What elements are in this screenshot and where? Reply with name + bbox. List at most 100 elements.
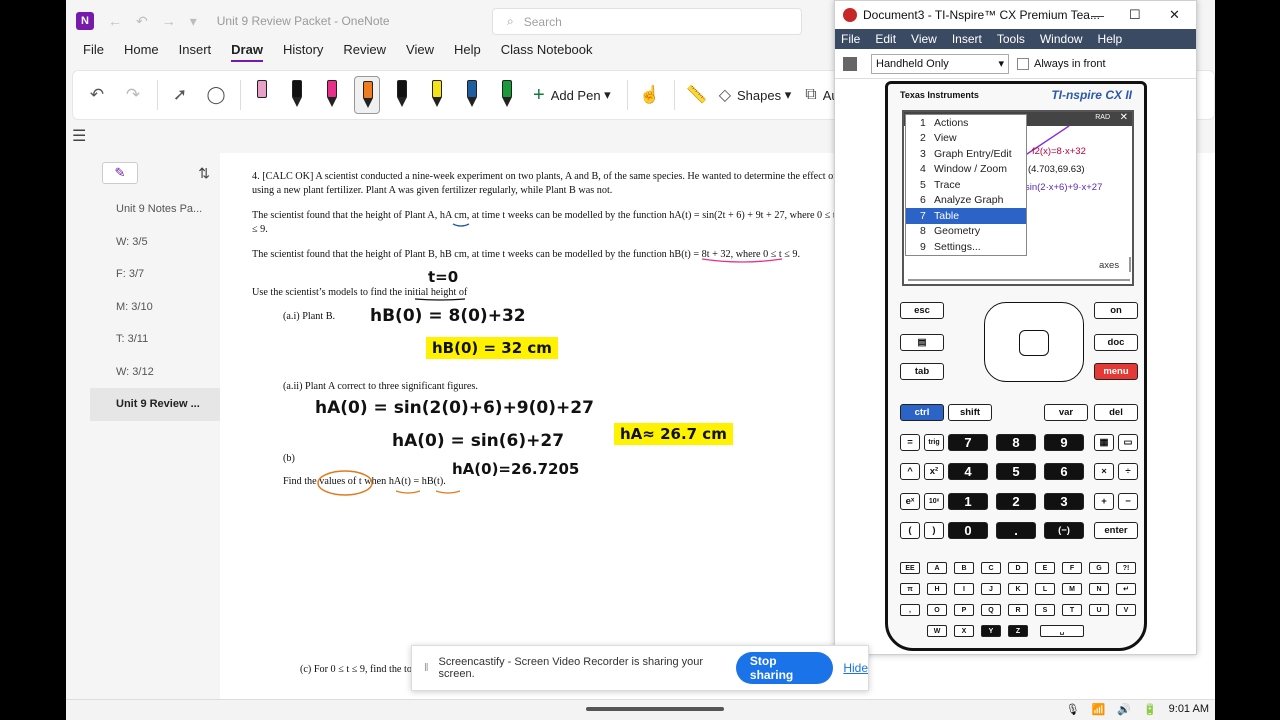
pen-blue[interactable] bbox=[459, 76, 485, 114]
pen-pink[interactable] bbox=[319, 76, 345, 114]
drag-handle-icon[interactable]: ‖ bbox=[424, 662, 429, 674]
volume-icon[interactable]: 🔊 bbox=[1117, 703, 1131, 716]
letter-key[interactable]: π bbox=[900, 583, 920, 595]
menu-view[interactable]: View bbox=[406, 42, 434, 60]
back-icon[interactable]: ← bbox=[108, 13, 122, 29]
key-1[interactable]: 1 bbox=[948, 493, 988, 510]
key-8[interactable]: 8 bbox=[996, 434, 1036, 451]
ti-menu-item[interactable]: Help bbox=[1098, 32, 1123, 46]
wifi-icon[interactable]: 📶 bbox=[1092, 703, 1106, 716]
catalog-key[interactable]: ▭ bbox=[1118, 434, 1138, 451]
letter-key[interactable]: B bbox=[954, 562, 974, 574]
minus-key[interactable]: − bbox=[1118, 493, 1138, 510]
letter-key[interactable]: E bbox=[1035, 562, 1055, 574]
always-in-front-checkbox[interactable] bbox=[1017, 57, 1029, 70]
shapes-button[interactable]: ◇ Shapes ▾ bbox=[719, 85, 792, 105]
page-item[interactable]: T: 3/11 bbox=[90, 323, 220, 356]
doc-key[interactable]: doc bbox=[1094, 334, 1138, 351]
letter-key[interactable]: O bbox=[927, 604, 947, 616]
menu-history[interactable]: History bbox=[283, 42, 323, 60]
esc-key[interactable]: esc bbox=[900, 302, 944, 319]
key-3[interactable]: 3 bbox=[1044, 493, 1084, 510]
menu-home[interactable]: Home bbox=[124, 42, 159, 60]
key-9[interactable]: 9 bbox=[1044, 434, 1084, 451]
highlighter-yellow[interactable] bbox=[424, 76, 450, 114]
letter-key[interactable]: N bbox=[1089, 583, 1109, 595]
letter-key[interactable]: P bbox=[954, 604, 974, 616]
hide-link[interactable]: Hide bbox=[843, 661, 868, 675]
lasso-icon[interactable]: ◯ bbox=[202, 77, 230, 113]
space-key[interactable]: ␣ bbox=[1040, 625, 1084, 637]
menu-item-window-zoom[interactable]: 4 Window / Zoom bbox=[906, 162, 1026, 178]
letter-key[interactable]: T bbox=[1062, 604, 1082, 616]
battery-icon[interactable]: 🔋 bbox=[1143, 703, 1157, 716]
menu-key[interactable]: menu bbox=[1094, 363, 1138, 380]
select-arrow-icon[interactable]: ➚ bbox=[166, 77, 194, 113]
menu-item-actions[interactable]: 1 Actions bbox=[906, 115, 1026, 131]
touchpad-center[interactable] bbox=[1019, 330, 1049, 356]
key-2[interactable]: 2 bbox=[996, 493, 1036, 510]
letter-key[interactable]: I bbox=[954, 583, 974, 595]
view-mode-dropdown[interactable]: Handheld Only ▾ bbox=[871, 53, 1009, 74]
letter-key[interactable]: A bbox=[927, 562, 947, 574]
tab-key[interactable]: tab bbox=[900, 363, 944, 380]
letter-key[interactable]: S bbox=[1035, 604, 1055, 616]
menu-item-graph-entry[interactable]: 3 Graph Entry/Edit bbox=[906, 146, 1026, 162]
letter-key[interactable]: F bbox=[1062, 562, 1082, 574]
divide-key[interactable]: ÷ bbox=[1118, 463, 1138, 480]
enter-key[interactable]: enter bbox=[1094, 522, 1138, 539]
ti-menu-item[interactable]: Insert bbox=[952, 32, 982, 46]
menu-item-view[interactable]: 2 View bbox=[906, 131, 1026, 147]
pen-black[interactable] bbox=[284, 76, 310, 114]
multiply-key[interactable]: × bbox=[1094, 463, 1114, 480]
page-item[interactable]: W: 3/12 bbox=[90, 356, 220, 389]
menu-help[interactable]: Help bbox=[454, 42, 481, 60]
menu-item-geometry[interactable]: 8 Geometry bbox=[906, 224, 1026, 240]
key-negative[interactable]: (−) bbox=[1044, 522, 1084, 539]
letter-key[interactable]: X bbox=[954, 625, 974, 637]
ctrl-key[interactable]: ctrl bbox=[900, 404, 944, 421]
caret-key[interactable]: ^ bbox=[900, 463, 920, 480]
menu-item-settings[interactable]: 9 Settings... bbox=[906, 239, 1026, 255]
eraser-tool[interactable] bbox=[249, 76, 275, 114]
menu-item-table[interactable]: 7 Table bbox=[906, 208, 1026, 224]
letter-key[interactable]: Z bbox=[1008, 625, 1028, 637]
pen-green[interactable] bbox=[494, 76, 520, 114]
ink-to-text-icon[interactable]: ☝ bbox=[636, 77, 664, 113]
page-item[interactable]: Unit 9 Notes Pa... bbox=[90, 193, 220, 226]
letter-key[interactable]: U bbox=[1089, 604, 1109, 616]
ruler-icon[interactable]: 📏 bbox=[683, 77, 711, 113]
ti-menu-item[interactable]: File bbox=[841, 32, 860, 46]
ti-menu-item[interactable]: View bbox=[911, 32, 937, 46]
menu-item-trace[interactable]: 5 Trace bbox=[906, 177, 1026, 193]
letter-key[interactable]: Q bbox=[981, 604, 1001, 616]
letter-key[interactable]: V bbox=[1116, 604, 1136, 616]
key-5[interactable]: 5 bbox=[996, 463, 1036, 480]
var-key[interactable]: var bbox=[1044, 404, 1088, 421]
letter-key[interactable]: C bbox=[981, 562, 1001, 574]
letter-key[interactable]: , bbox=[900, 604, 920, 616]
on-key[interactable]: on bbox=[1094, 302, 1138, 319]
key-decimal[interactable]: . bbox=[996, 522, 1036, 539]
chevron-down-icon[interactable]: ▾ bbox=[190, 13, 197, 30]
touchpad[interactable] bbox=[984, 302, 1084, 382]
home-indicator[interactable] bbox=[586, 707, 724, 711]
ten-power-key[interactable]: 10ˣ bbox=[924, 493, 944, 510]
undo-icon[interactable]: ↶ bbox=[83, 77, 111, 113]
key-0[interactable]: 0 bbox=[948, 522, 988, 539]
pen-black-2[interactable] bbox=[389, 76, 415, 114]
hamburger-icon[interactable]: ☰ bbox=[72, 126, 86, 146]
menu-item-analyze-graph[interactable]: 6 Analyze Graph bbox=[906, 193, 1026, 209]
letter-key[interactable]: G bbox=[1089, 562, 1109, 574]
device-icon[interactable] bbox=[843, 56, 857, 71]
ti-menu-item[interactable]: Window bbox=[1040, 32, 1083, 46]
open-paren-key[interactable]: ( bbox=[900, 522, 920, 539]
scratchpad-key[interactable]: ▤ bbox=[900, 334, 944, 351]
minimize-icon[interactable]: — bbox=[1091, 8, 1104, 23]
page-item[interactable]: F: 3/7 bbox=[90, 258, 220, 291]
close-paren-key[interactable]: ) bbox=[924, 522, 944, 539]
trig-key[interactable]: trig bbox=[924, 434, 944, 451]
new-page-icon[interactable]: ✎ bbox=[102, 162, 138, 184]
microphone-icon[interactable]: 🎙 bbox=[1066, 703, 1080, 716]
clock[interactable]: 9:01 AM bbox=[1169, 703, 1209, 716]
